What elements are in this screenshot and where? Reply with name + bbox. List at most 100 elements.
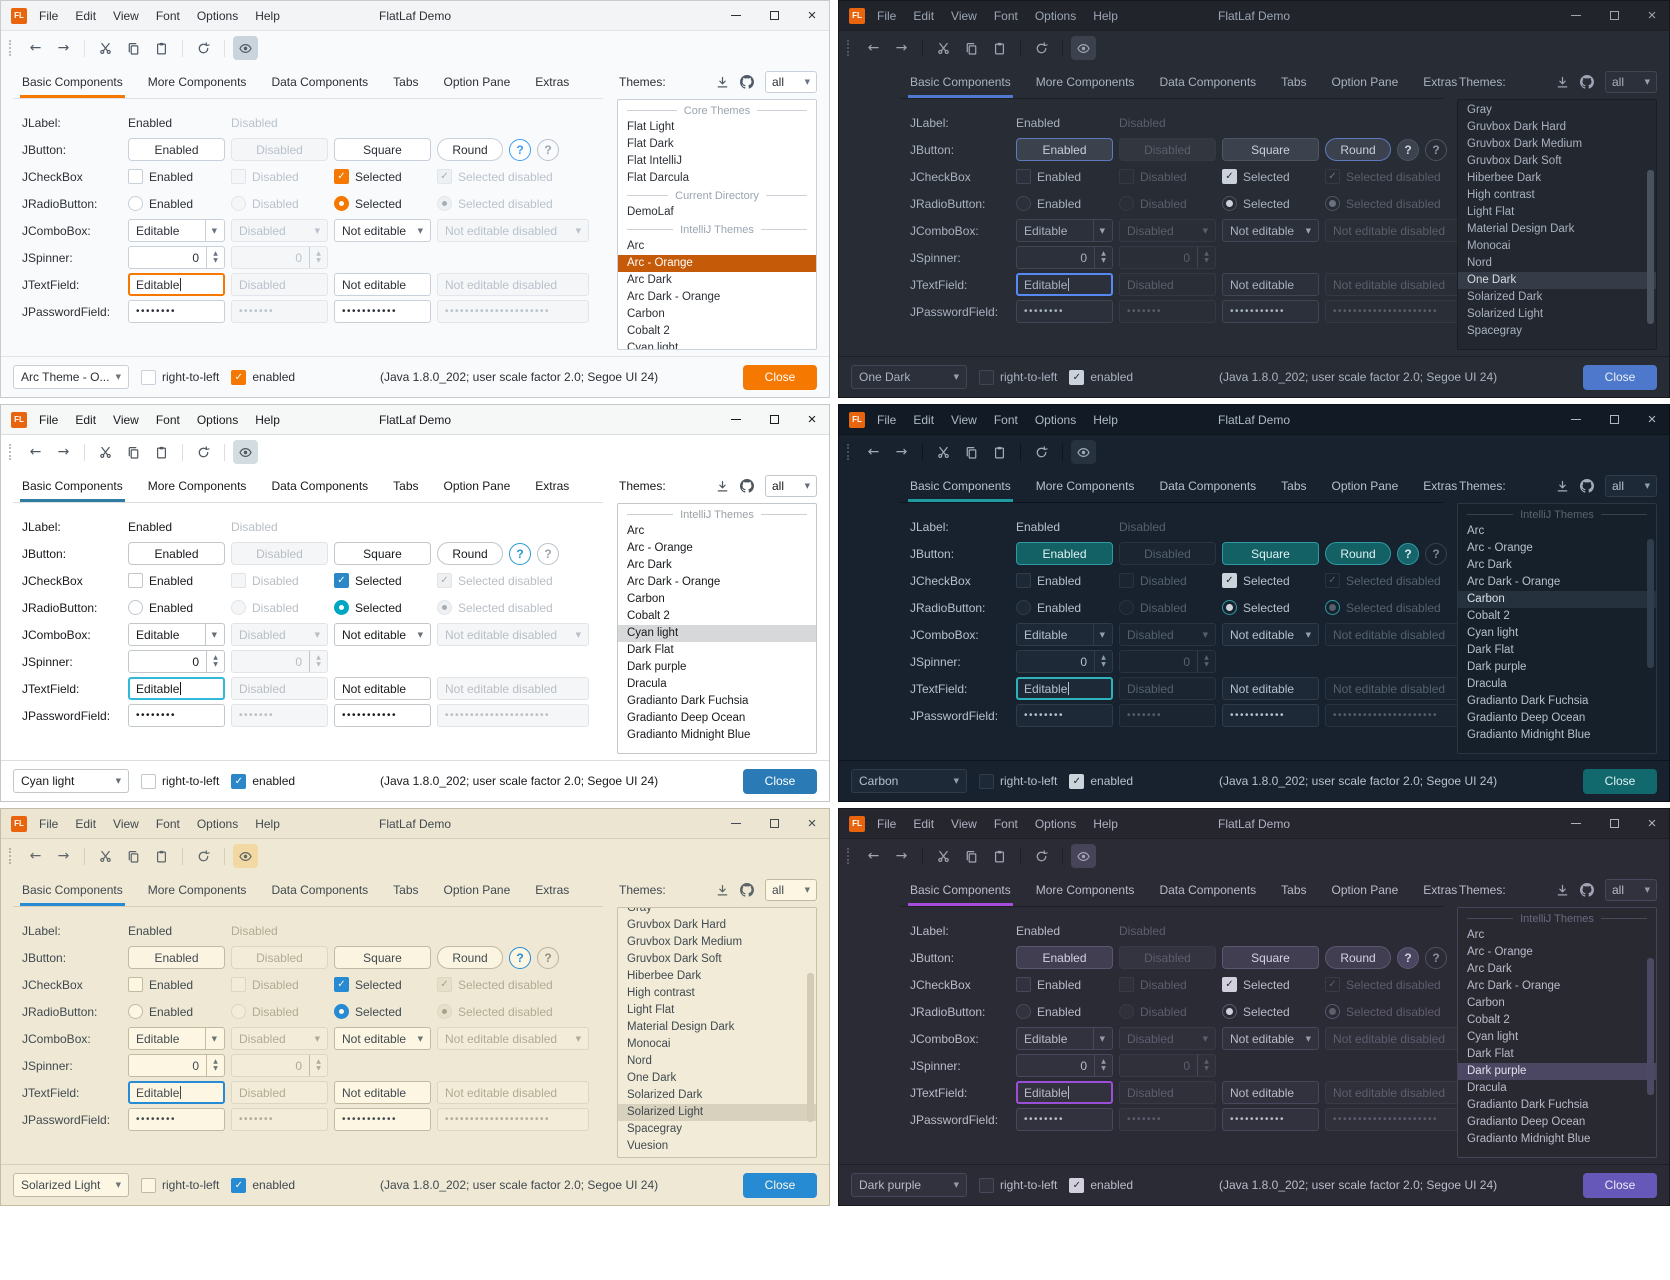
theme-item-dark-purple[interactable]: Dark purple — [1458, 1063, 1656, 1080]
theme-item-gradianto-midnight-blue[interactable]: Gradianto Midnight Blue — [1458, 727, 1656, 744]
github-icon[interactable] — [1580, 479, 1594, 493]
help-button[interactable]: ? — [1397, 543, 1419, 565]
tab-more-components[interactable]: More Components — [148, 75, 247, 98]
theme-item-gradianto-dark-fuchsia[interactable]: Gradianto Dark Fuchsia — [1458, 693, 1656, 710]
enabled-checkbox[interactable]: ✓enabled — [1069, 370, 1133, 385]
theme-item-demolaf[interactable]: DemoLaf — [618, 204, 816, 221]
jcombobox-not-editable[interactable]: Not editable▼ — [1222, 623, 1319, 646]
theme-item-flat-darcula[interactable]: Flat Darcula — [618, 170, 816, 187]
github-icon[interactable] — [740, 479, 754, 493]
tab-data-components[interactable]: Data Components — [1159, 479, 1256, 502]
close-window-button[interactable]: × — [1645, 9, 1659, 23]
cut-icon[interactable] — [93, 440, 118, 464]
theme-item-carbon[interactable]: Carbon — [1458, 591, 1656, 608]
jcombobox-editable[interactable]: Editable▼ — [1016, 219, 1113, 242]
jcheckbox-selected[interactable]: ✓Selected — [334, 973, 431, 996]
jpasswordfield[interactable]: ••••••••••• — [334, 704, 431, 727]
theme-filter-select[interactable]: all▼ — [1605, 879, 1657, 901]
menu-file[interactable]: File — [877, 413, 896, 427]
menu-options[interactable]: Options — [197, 9, 238, 23]
theme-item-carbon[interactable]: Carbon — [618, 591, 816, 608]
theme-item-gradianto-midnight-blue[interactable]: Gradianto Midnight Blue — [1458, 1131, 1656, 1148]
theme-filter-select[interactable]: all▼ — [765, 475, 817, 497]
jpasswordfield[interactable]: •••••••• — [1016, 704, 1113, 727]
jcombobox-editable[interactable]: Editable▼ — [128, 219, 225, 242]
themes-list[interactable]: GrayGruvbox Dark HardGruvbox Dark Medium… — [617, 907, 817, 1158]
enabled-checkbox[interactable]: ✓enabled — [231, 774, 295, 789]
back-icon[interactable]: ← — [861, 844, 886, 868]
toolbar-grip[interactable] — [847, 40, 852, 56]
menu-edit[interactable]: Edit — [75, 9, 96, 23]
tab-tabs[interactable]: Tabs — [1281, 75, 1306, 98]
jcheckbox-enabled[interactable]: Enabled — [128, 569, 225, 592]
theme-item-cobalt-2[interactable]: Cobalt 2 — [1458, 1012, 1656, 1029]
jpasswordfield[interactable]: ••••••••••• — [1222, 704, 1319, 727]
tab-more-components[interactable]: More Components — [1036, 75, 1135, 98]
forward-icon[interactable]: → — [51, 36, 76, 60]
jspinner[interactable]: 0▲▼ — [128, 1054, 225, 1077]
tab-option-pane[interactable]: Option Pane — [444, 479, 511, 502]
combobox-arrow-button[interactable]: ▼ — [205, 220, 217, 241]
tab-more-components[interactable]: More Components — [148, 479, 247, 502]
theme-item-cyan-light[interactable]: Cyan light — [618, 340, 816, 350]
tab-option-pane[interactable]: Option Pane — [444, 75, 511, 98]
jtextfield-editable[interactable]: Editable — [1016, 273, 1113, 296]
rtl-checkbox[interactable]: right-to-left — [979, 370, 1057, 385]
jpasswordfield[interactable]: •••••••• — [1016, 300, 1113, 323]
paste-icon[interactable] — [149, 844, 174, 868]
copy-icon[interactable] — [121, 440, 146, 464]
tab-tabs[interactable]: Tabs — [393, 479, 418, 502]
help-button[interactable]: ? — [509, 139, 531, 161]
jbutton-round[interactable]: Round — [437, 542, 503, 565]
copy-icon[interactable] — [959, 440, 984, 464]
menu-options[interactable]: Options — [197, 817, 238, 831]
show-icon[interactable] — [1071, 440, 1096, 464]
tab-tabs[interactable]: Tabs — [393, 883, 418, 906]
minimize-button[interactable] — [1569, 9, 1583, 23]
back-icon[interactable]: ← — [861, 440, 886, 464]
jradiobutton-enabled[interactable]: Enabled — [128, 192, 225, 215]
jbutton-square[interactable]: Square — [1222, 542, 1319, 565]
jbutton-square[interactable]: Square — [334, 542, 431, 565]
enabled-checkbox[interactable]: ✓enabled — [231, 370, 295, 385]
theme-item-flat-dark[interactable]: Flat Dark — [618, 136, 816, 153]
minimize-button[interactable] — [729, 413, 743, 427]
tab-tabs[interactable]: Tabs — [1281, 883, 1306, 906]
close-window-button[interactable]: × — [805, 817, 819, 831]
tab-extras[interactable]: Extras — [1423, 883, 1457, 906]
spinner-arrows-icon[interactable]: ▲▼ — [206, 651, 224, 672]
menu-edit[interactable]: Edit — [75, 413, 96, 427]
tab-option-pane[interactable]: Option Pane — [444, 883, 511, 906]
jbutton-enabled[interactable]: Enabled — [1016, 542, 1113, 565]
jcombobox-editable[interactable]: Editable▼ — [1016, 623, 1113, 646]
theme-combobox[interactable]: Dark purple▼ — [851, 1173, 967, 1197]
forward-icon[interactable]: → — [51, 844, 76, 868]
paste-icon[interactable] — [987, 440, 1012, 464]
theme-item-nord[interactable]: Nord — [618, 1053, 816, 1070]
jradiobutton-enabled[interactable]: Enabled — [128, 1000, 225, 1023]
download-icon[interactable] — [1556, 76, 1569, 89]
back-icon[interactable]: ← — [23, 36, 48, 60]
jradiobutton-selected[interactable]: Selected — [1222, 192, 1319, 215]
refresh-icon[interactable] — [191, 36, 216, 60]
jradiobutton-enabled[interactable]: Enabled — [1016, 1000, 1113, 1023]
tab-more-components[interactable]: More Components — [148, 883, 247, 906]
tab-data-components[interactable]: Data Components — [271, 75, 368, 98]
jbutton-enabled[interactable]: Enabled — [1016, 138, 1113, 161]
tab-basic-components[interactable]: Basic Components — [22, 479, 123, 502]
jtextfield-not-editable[interactable]: Not editable — [1222, 273, 1319, 296]
jcheckbox-enabled[interactable]: Enabled — [1016, 973, 1113, 996]
theme-item-one-dark[interactable]: One Dark — [618, 1070, 816, 1087]
theme-combobox[interactable]: Carbon▼ — [851, 769, 967, 793]
theme-item-cyan-light[interactable]: Cyan light — [618, 625, 816, 642]
jbutton-square[interactable]: Square — [334, 946, 431, 969]
back-icon[interactable]: ← — [23, 844, 48, 868]
theme-item-arc-orange[interactable]: Arc - Orange — [618, 540, 816, 557]
help-button[interactable]: ? — [509, 947, 531, 969]
jcombobox-not-editable[interactable]: Not editable▼ — [1222, 1027, 1319, 1050]
jcombobox-not-editable[interactable]: Not editable▼ — [334, 1027, 431, 1050]
close-button[interactable]: Close — [743, 1173, 817, 1198]
menu-font[interactable]: Font — [994, 817, 1018, 831]
rtl-checkbox[interactable]: right-to-left — [141, 370, 219, 385]
jcombobox-editable[interactable]: Editable▼ — [1016, 1027, 1113, 1050]
